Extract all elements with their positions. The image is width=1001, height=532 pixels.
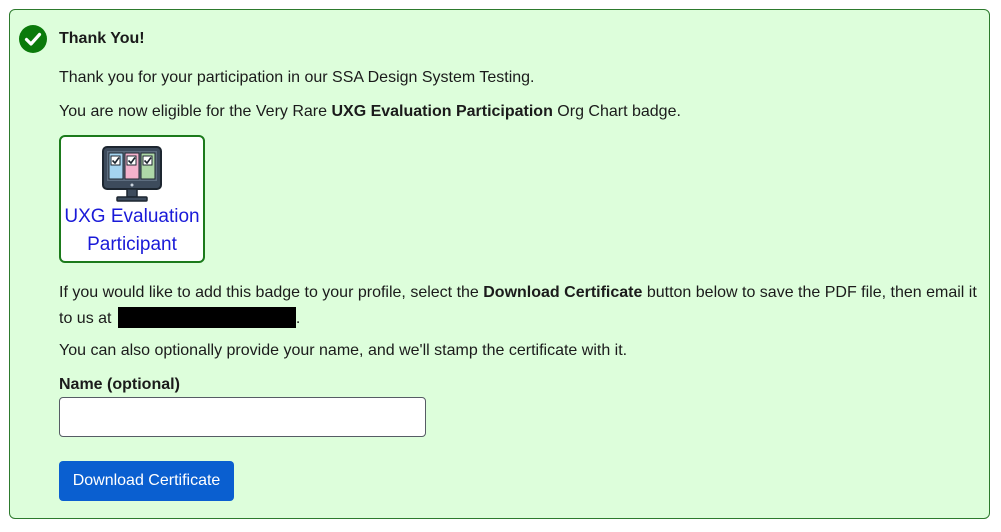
instructions-prefix: If you would like to add this badge to y… bbox=[59, 284, 484, 301]
redacted-email bbox=[117, 307, 296, 328]
instructions-button-ref: Download Certificate bbox=[483, 284, 643, 301]
eligibility-text: You are now eligible for the Very Rare U… bbox=[59, 99, 681, 125]
badge-label: UXG Evaluation Participant bbox=[64, 206, 200, 255]
success-alert: Thank You! Thank you for your participat… bbox=[9, 9, 990, 519]
eligibility-suffix: Org Chart badge. bbox=[552, 103, 681, 120]
check-circle-icon bbox=[19, 25, 47, 53]
monitor-checklist-icon bbox=[102, 146, 162, 202]
alert-heading: Thank You! bbox=[59, 30, 145, 47]
badge-name-text: UXG Evaluation Participation bbox=[331, 103, 553, 120]
badge-card: UXG Evaluation Participant bbox=[59, 135, 205, 263]
name-label: Name (optional) bbox=[59, 376, 180, 393]
thanks-text: Thank you for your participation in our … bbox=[59, 69, 535, 86]
stamp-text: You can also optionally provide your nam… bbox=[59, 342, 628, 359]
eligibility-prefix: You are now eligible for the Very Rare bbox=[59, 103, 332, 120]
name-input[interactable] bbox=[59, 397, 426, 437]
download-certificate-button[interactable]: Download Certificate bbox=[59, 461, 234, 501]
instructions-text: If you would like to add this badge to y… bbox=[59, 280, 979, 332]
instructions-end: . bbox=[295, 310, 301, 327]
